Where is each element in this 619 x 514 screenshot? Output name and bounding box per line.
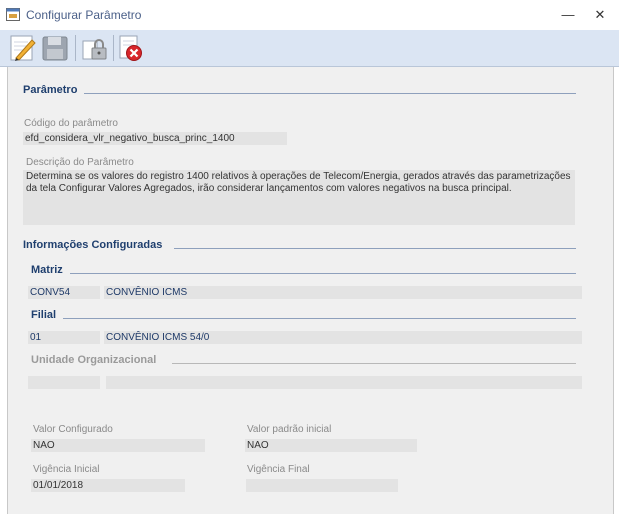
minimize-button[interactable]: —: [558, 6, 578, 24]
filial-code-field[interactable]: 01: [28, 331, 100, 344]
lock-icon[interactable]: [80, 33, 110, 63]
toolbar-separator: [75, 35, 76, 61]
vigencia-inicial-label: Vigência Inicial: [33, 464, 100, 475]
save-icon[interactable]: [40, 33, 70, 63]
valor-configurado-field[interactable]: NAO: [31, 439, 205, 452]
codigo-label: Código do parâmetro: [24, 118, 118, 129]
valor-padrao-label: Valor padrão inicial: [247, 424, 332, 435]
vigencia-inicial-field[interactable]: 01/01/2018: [31, 479, 185, 492]
matriz-code-field[interactable]: CONV54: [28, 286, 100, 299]
unidade-code-field[interactable]: [28, 376, 100, 389]
edit-icon[interactable]: [8, 33, 38, 63]
title-bar: Configurar Parâmetro — ✕: [0, 0, 619, 31]
toolbar: [0, 30, 619, 67]
subsection-divider: [63, 318, 576, 319]
close-window-button[interactable]: ✕: [590, 6, 610, 24]
subsection-title-matriz: Matriz: [31, 264, 63, 276]
descricao-field[interactable]: Determina se os valores do registro 1400…: [23, 170, 575, 225]
form-panel: Parâmetro Código do parâmetro efd_consid…: [7, 67, 614, 514]
window-title: Configurar Parâmetro: [26, 8, 142, 22]
delete-icon[interactable]: [116, 33, 146, 63]
filial-description-field[interactable]: CONVÊNIO ICMS 54/0: [104, 331, 582, 344]
subsection-divider: [70, 273, 576, 274]
valor-padrao-field[interactable]: NAO: [245, 439, 417, 452]
subsection-title-filial: Filial: [31, 309, 57, 321]
subsection-title-unidade: Unidade Organizacional: [31, 354, 157, 366]
vigencia-final-field[interactable]: [246, 479, 398, 492]
section-divider: [84, 93, 576, 94]
codigo-field[interactable]: efd_considera_vlr_negativo_busca_princ_1…: [23, 132, 287, 145]
valor-configurado-label: Valor Configurado: [33, 424, 113, 435]
descricao-label: Descrição do Parâmetro: [26, 157, 134, 168]
toolbar-separator: [113, 35, 114, 61]
section-title-parametro: Parâmetro: [23, 84, 78, 96]
section-divider: [174, 248, 576, 249]
app-icon: [6, 8, 20, 21]
section-title-informacoes: Informações Configuradas: [23, 239, 163, 251]
vigencia-final-label: Vigência Final: [247, 464, 310, 475]
subsection-divider: [172, 363, 576, 364]
unidade-description-field[interactable]: [106, 376, 582, 389]
matriz-description-field[interactable]: CONVÊNIO ICMS: [104, 286, 582, 299]
